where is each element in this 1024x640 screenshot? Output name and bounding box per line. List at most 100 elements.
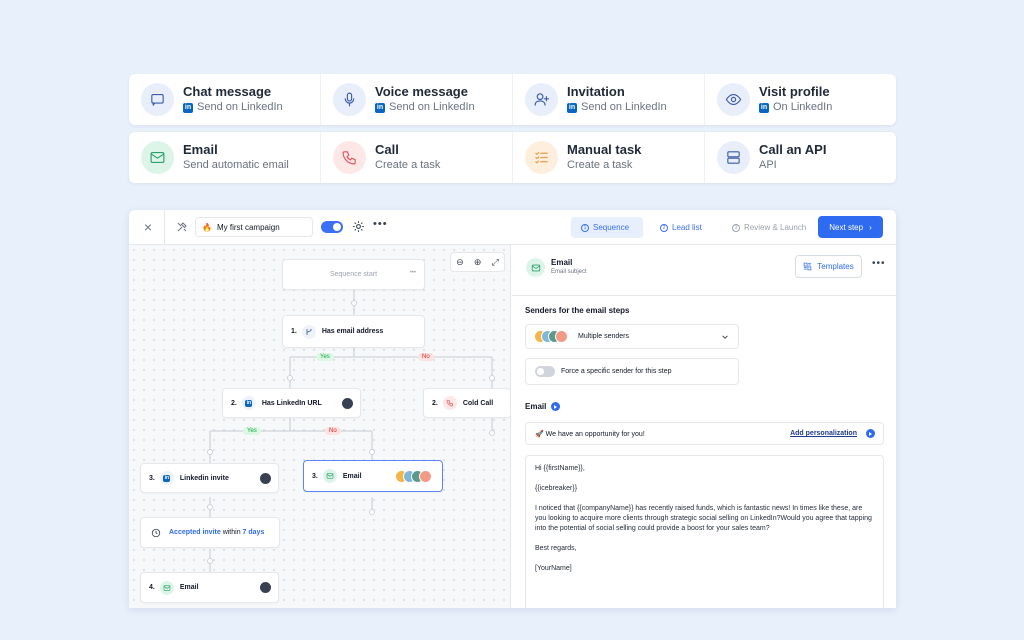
- step-node-email-selected[interactable]: 3. Email: [303, 460, 443, 492]
- templates-icon: [804, 262, 812, 271]
- node-label: Email: [179, 584, 199, 591]
- templates-button[interactable]: Templates: [795, 255, 862, 278]
- tab-lead-list[interactable]: 2 Lead list: [650, 217, 712, 238]
- avatar: [419, 470, 432, 483]
- card-subtitle: API: [759, 159, 777, 171]
- card-call-api[interactable]: Call an API API: [705, 132, 896, 183]
- zoom-out-icon[interactable]: ⊖: [456, 257, 464, 268]
- senders-section-title: Senders for the email steps: [525, 306, 630, 315]
- card-title: Call an API: [759, 142, 827, 157]
- step-number: 3: [732, 223, 740, 232]
- phone-icon: [333, 141, 366, 174]
- checklist-icon: [525, 141, 558, 174]
- flow-connectors: [207, 290, 495, 575]
- node-label: Linkedin invite: [179, 474, 229, 482]
- force-sender-row: Force a specific sender for this step: [525, 358, 739, 385]
- node-number: 3.: [149, 474, 155, 482]
- card-call[interactable]: Call Create a task: [321, 132, 513, 183]
- add-personalization-link[interactable]: Add personalization: [790, 430, 857, 437]
- gear-icon[interactable]: [352, 220, 365, 233]
- step-node-cold-call[interactable]: 2. Cold Call: [423, 388, 510, 418]
- card-manual-task[interactable]: Manual task Create a task: [513, 132, 705, 183]
- email-subject-input[interactable]: 🚀 We have an opportunity for you! Add pe…: [525, 422, 884, 445]
- zoom-in-icon[interactable]: ⊕: [474, 257, 482, 268]
- senders-select[interactable]: Multiple senders: [525, 324, 739, 349]
- card-voice-message[interactable]: Voice message in Send on LinkedIn: [321, 74, 513, 125]
- mail-icon: [526, 258, 545, 277]
- node-label: Email: [342, 472, 362, 480]
- clock-icon: [149, 526, 163, 540]
- sender-avatars: [534, 330, 578, 343]
- condition-node-has-linkedin[interactable]: 2. in Has LinkedIn URL: [222, 388, 361, 418]
- sequence-canvas[interactable]: ⊖ ⊕ ⤢ Sequence start ••• 1. Has email ad…: [129, 245, 511, 608]
- play-icon[interactable]: [866, 429, 875, 438]
- editor-toolbar: × 🔥 My first campaign ••• 1 Sequence 2 L…: [129, 210, 896, 245]
- email-section-title: Email: [525, 402, 561, 411]
- tab-sequence[interactable]: 1 Sequence: [571, 217, 643, 238]
- card-invitation[interactable]: Invitation in Send on LinkedIn: [513, 74, 705, 125]
- linkedin-icon: in: [183, 102, 193, 113]
- sequence-start-label: Sequence start: [329, 271, 378, 278]
- next-step-button[interactable]: Next step ›: [818, 216, 883, 238]
- card-subtitle: Send on LinkedIn: [389, 101, 475, 113]
- templates-label: Templates: [817, 262, 854, 271]
- card-email[interactable]: Email Send automatic email: [129, 132, 321, 183]
- card-title: Visit profile: [759, 84, 830, 99]
- body-paragraph: Best regards,: [535, 545, 577, 552]
- card-title: Call: [375, 142, 399, 157]
- senders-value: Multiple senders: [578, 333, 629, 340]
- fullscreen-icon[interactable]: ⤢: [492, 257, 499, 268]
- more-options-icon[interactable]: •••: [410, 270, 416, 276]
- email-body-editor[interactable]: Hi {{firstName}}, {{icebreaker}} I notic…: [525, 455, 884, 608]
- more-options-icon[interactable]: •••: [373, 218, 388, 230]
- linkedin-actions-row: Chat message in Send on LinkedIn Voice me…: [129, 74, 896, 125]
- card-chat-message[interactable]: Chat message in Send on LinkedIn: [129, 74, 321, 125]
- card-subtitle: Send on LinkedIn: [197, 101, 283, 113]
- step-node-email[interactable]: 4. Email: [140, 572, 279, 603]
- mail-icon: [141, 141, 174, 174]
- step-editor-panel: Email Email subject Templates ••• Sender…: [512, 245, 896, 608]
- step-node-linkedin-invite[interactable]: 3. in Linkedin invite: [140, 463, 279, 493]
- body-paragraph: [YourName]: [535, 565, 572, 572]
- node-number: 2.: [231, 399, 237, 407]
- campaign-active-toggle[interactable]: [321, 221, 343, 233]
- wait-middle: within: [220, 529, 243, 536]
- tab-label: Lead list: [672, 223, 702, 232]
- campaign-name-input[interactable]: 🔥 My first campaign: [195, 217, 313, 237]
- card-visit-profile[interactable]: Visit profile in On LinkedIn: [705, 74, 896, 125]
- node-label: Cold Call: [462, 399, 494, 407]
- node-label: Has LinkedIn URL: [261, 399, 322, 407]
- tab-review-launch[interactable]: 3 Review & Launch: [722, 217, 816, 238]
- fire-icon: 🔥: [202, 222, 212, 232]
- step-number: 1: [581, 223, 589, 232]
- linkedin-icon: in: [375, 102, 385, 113]
- linkedin-icon: in: [759, 102, 769, 113]
- branch-icon: [301, 324, 316, 339]
- card-title: Chat message: [183, 84, 272, 99]
- subject-value: 🚀 We have an opportunity for you!: [535, 430, 645, 438]
- body-paragraph: Hi {{firstName}},: [535, 465, 585, 472]
- play-icon[interactable]: [551, 402, 561, 411]
- wait-days: 7 days: [242, 529, 265, 536]
- email-section-label: Email: [525, 402, 547, 411]
- eye-icon: [717, 83, 750, 116]
- card-subtitle: On LinkedIn: [773, 101, 833, 113]
- body-paragraph: I noticed that {{companyName}} has recen…: [535, 505, 872, 532]
- linkedin-icon: in: [567, 102, 577, 113]
- wait-condition-node[interactable]: Accepted invite within 7 days: [140, 517, 280, 548]
- condition-node-has-email[interactable]: 1. Has email address: [282, 315, 425, 348]
- card-title: Manual task: [567, 142, 642, 157]
- card-subtitle: Create a task: [375, 159, 441, 171]
- sequence-start-node[interactable]: Sequence start •••: [282, 259, 425, 290]
- branch-yes-badge: Yes: [243, 427, 261, 435]
- chat-bubble-icon: [141, 83, 174, 116]
- avatar: [259, 581, 272, 594]
- more-options-icon[interactable]: •••: [872, 258, 886, 269]
- node-label: Has email address: [321, 328, 384, 335]
- close-icon[interactable]: ×: [141, 220, 155, 234]
- force-sender-toggle[interactable]: [535, 366, 555, 377]
- tools-icon[interactable]: [176, 221, 188, 233]
- body-paragraph: {{icebreaker}}: [535, 485, 578, 492]
- toolbar-divider: [164, 210, 165, 245]
- wait-prefix: Accepted invite: [169, 529, 221, 536]
